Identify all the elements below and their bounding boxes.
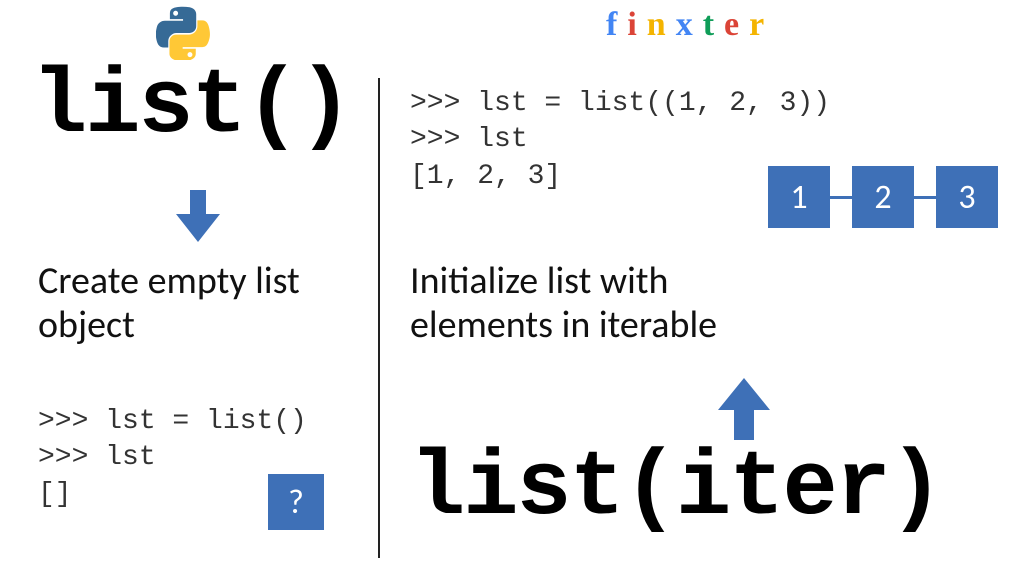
brand-letter: x (676, 6, 703, 43)
node-link-icon (914, 196, 936, 199)
question-badge: ? (268, 474, 324, 530)
arrow-up-icon (718, 378, 770, 445)
right-description-line1: Initialize list with (410, 260, 717, 304)
brand-letter: e (724, 6, 749, 43)
brand-letter: f (606, 6, 627, 43)
list-node: 2 (852, 166, 914, 228)
right-description-line2: elements in iterable (410, 304, 717, 348)
brand-finxter: finxter (606, 6, 774, 44)
left-description-line1: Create empty list (38, 260, 300, 304)
list-node-diagram: 1 2 3 (768, 166, 998, 228)
arrow-down-icon (176, 190, 220, 247)
vertical-divider (378, 78, 380, 558)
node-link-icon (830, 196, 852, 199)
left-description-line2: object (38, 304, 300, 348)
brand-letter: r (749, 6, 774, 43)
right-heading: list(iter) (410, 436, 942, 541)
brand-letter: i (627, 6, 646, 43)
brand-letter: n (647, 6, 676, 43)
list-node: 3 (936, 166, 998, 228)
left-description: Create empty list object (38, 260, 300, 347)
right-description: Initialize list with elements in iterabl… (410, 260, 717, 347)
left-heading: list() (32, 54, 351, 159)
brand-letter: t (703, 6, 724, 43)
list-node: 1 (768, 166, 830, 228)
left-code-block: >>> lst = list() >>> lst [] (38, 404, 307, 513)
